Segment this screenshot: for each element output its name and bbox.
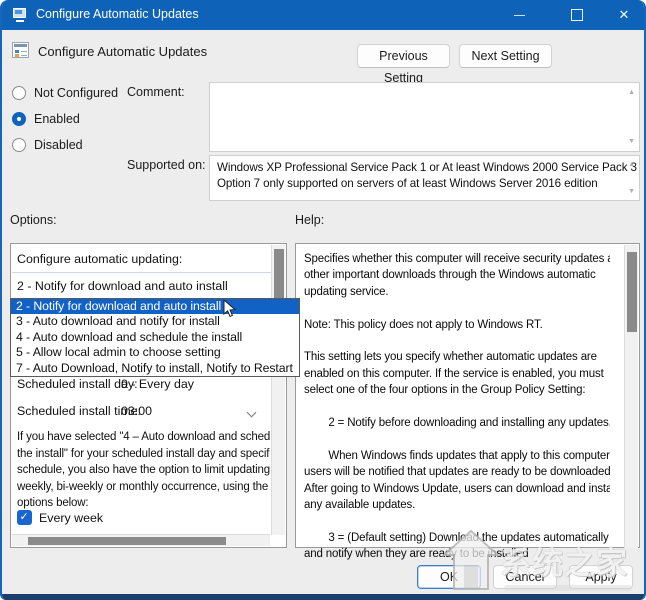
minimize-button[interactable]	[496, 0, 542, 30]
scrollbar-thumb[interactable]	[627, 252, 637, 332]
updating-dropdown-list: 2 - Notify for download and auto install…	[10, 298, 300, 377]
next-setting-button[interactable]: Next Setting	[459, 44, 552, 68]
dropdown-item[interactable]: 4 - Auto download and schedule the insta…	[11, 330, 299, 345]
help-text: Specifies whether this computer will rec…	[304, 251, 610, 563]
configure-updating-label: Configure automatic updating:	[17, 252, 182, 266]
chevron-down-icon[interactable]	[247, 408, 257, 418]
dropdown-item[interactable]: 3 - Auto download and notify for install	[11, 314, 299, 329]
checkbox-checked-icon	[17, 510, 32, 525]
radio-not-configured[interactable]: Not Configured	[12, 86, 118, 100]
radio-disabled[interactable]: Disabled	[12, 138, 83, 152]
scheduled-day-label: Scheduled install day:	[17, 377, 138, 391]
options-horizontal-scrollbar[interactable]	[12, 534, 270, 546]
window-bottom-edge	[2, 594, 644, 600]
every-week-checkbox[interactable]: Every week	[17, 510, 103, 525]
supported-on-label: Supported on:	[127, 158, 206, 172]
titlebar: Configure Automatic Updates	[2, 0, 644, 30]
scroll-up-icon[interactable]	[628, 89, 635, 96]
scheduled-day-value[interactable]: 0 - Every day	[121, 377, 194, 391]
help-label: Help:	[295, 213, 324, 227]
radio-icon	[12, 138, 26, 152]
dropdown-item[interactable]: 5 - Allow local admin to choose setting	[11, 345, 299, 360]
mouse-cursor-icon	[223, 299, 237, 324]
maximize-button[interactable]	[554, 0, 600, 30]
help-vertical-scrollbar[interactable]	[624, 245, 638, 548]
policy-setting-icon	[12, 42, 29, 58]
options-panel: Configure automatic updating: 2 - Notify…	[10, 243, 287, 548]
previous-setting-button[interactable]: Previous Setting	[357, 44, 450, 68]
dropdown-item[interactable]: 7 - Auto Download, Notify to install, No…	[11, 361, 299, 376]
help-panel: Specifies whether this computer will rec…	[295, 243, 640, 548]
radio-enabled[interactable]: Enabled	[12, 112, 80, 126]
radio-icon	[12, 86, 26, 100]
supported-on-text: Windows XP Professional Service Pack 1 o…	[210, 156, 639, 196]
dialog-configure-automatic-updates: Configure Automatic Updates Configure Au…	[0, 0, 646, 600]
scheduled-time-combobox[interactable]: 03:00	[121, 404, 152, 418]
scroll-down-icon[interactable]	[628, 138, 635, 145]
supported-on-box[interactable]: Windows XP Professional Service Pack 1 o…	[209, 155, 640, 201]
updating-combobox[interactable]: 2 - Notify for download and auto install	[17, 279, 228, 293]
scrollbar-thumb[interactable]	[28, 537, 226, 545]
app-icon	[12, 7, 28, 23]
options-label: Options:	[10, 213, 57, 227]
scroll-down-icon[interactable]	[628, 188, 635, 195]
options-vertical-scrollbar[interactable]	[271, 245, 285, 535]
apply-button[interactable]: Apply	[569, 565, 633, 589]
cancel-button[interactable]: Cancel	[493, 565, 557, 589]
separator	[12, 272, 271, 273]
comment-textarea[interactable]	[209, 82, 640, 152]
policy-setting-title: Configure Automatic Updates	[38, 44, 207, 59]
window-title: Configure Automatic Updates	[36, 7, 199, 21]
scroll-up-icon[interactable]	[628, 161, 635, 168]
ok-button[interactable]: OK	[417, 565, 481, 589]
radio-checked-icon	[12, 112, 26, 126]
options-description: If you have selected "4 – Auto download …	[17, 429, 270, 512]
comment-label: Comment:	[127, 85, 185, 99]
close-button[interactable]	[600, 0, 646, 30]
dropdown-item-selected[interactable]: 2 - Notify for download and auto install	[11, 299, 299, 314]
